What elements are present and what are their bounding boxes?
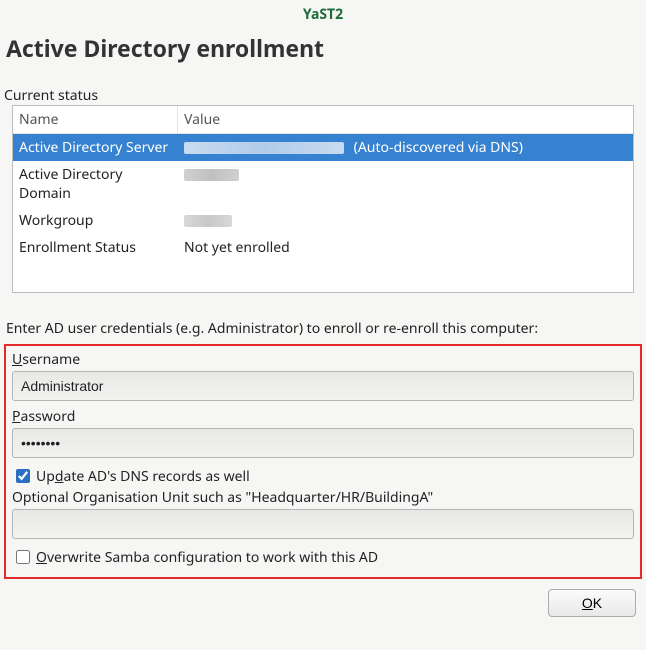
table-row[interactable]: Workgroup: [13, 207, 633, 234]
accel: O: [582, 595, 593, 611]
accel: O: [36, 548, 47, 567]
redacted-domain-value: [184, 169, 239, 181]
table-row[interactable]: Active Directory Server (Auto-discovered…: [13, 134, 633, 161]
current-status-label: Current status: [0, 68, 646, 105]
window-title: YaST2: [0, 0, 646, 26]
row-value-suffix: (Auto-discovered via DNS): [354, 138, 523, 157]
col-value: Value: [178, 106, 633, 133]
ok-button[interactable]: OK: [548, 589, 636, 617]
pre: Up: [36, 467, 55, 486]
row-name: Active Directory Server: [13, 134, 178, 161]
status-header: Name Value: [13, 106, 633, 134]
accel: U: [12, 350, 22, 369]
redacted-workgroup-value: [184, 215, 232, 227]
post: K: [593, 595, 602, 611]
ou-label: Optional Organisation Unit such as "Head…: [12, 488, 634, 507]
page-title: Active Directory enrollment: [0, 26, 646, 68]
table-row[interactable]: Enrollment Status Not yet enrolled: [13, 234, 633, 261]
username-input[interactable]: [12, 371, 634, 401]
row-value: Not yet enrolled: [178, 234, 633, 261]
update-dns-checkbox-row[interactable]: Update AD's DNS records as well: [12, 466, 634, 486]
password-input[interactable]: [12, 428, 634, 458]
label-rest: assword: [20, 407, 75, 426]
table-row[interactable]: Active Directory Domain: [13, 161, 633, 207]
redacted-server-value: [184, 142, 344, 154]
label-rest: sername: [22, 350, 80, 369]
password-label: Password: [12, 407, 634, 426]
update-dns-label: Update AD's DNS records as well: [36, 467, 250, 486]
row-value: [178, 207, 633, 234]
current-status-table[interactable]: Name Value Active Directory Server (Auto…: [12, 105, 634, 293]
ou-input[interactable]: [12, 509, 634, 539]
update-dns-checkbox[interactable]: [16, 469, 30, 483]
post: verwrite Samba configuration to work wit…: [47, 548, 378, 567]
row-name: Active Directory Domain: [13, 161, 178, 207]
overwrite-samba-label: Overwrite Samba configuration to work wi…: [36, 548, 378, 567]
username-label: Username: [12, 350, 634, 369]
highlight-box: Username Password Update AD's DNS record…: [4, 344, 642, 579]
overwrite-samba-checkbox[interactable]: [16, 550, 30, 564]
overwrite-samba-checkbox-row[interactable]: Overwrite Samba configuration to work wi…: [12, 547, 634, 567]
row-value: [178, 161, 633, 207]
row-name: Workgroup: [13, 207, 178, 234]
row-name: Enrollment Status: [13, 234, 178, 261]
button-bar: OK: [0, 579, 646, 625]
row-value: (Auto-discovered via DNS): [178, 134, 633, 161]
post: ate AD's DNS records as well: [63, 467, 249, 486]
credentials-prompt: Enter AD user credentials (e.g. Administ…: [0, 293, 646, 344]
col-name: Name: [13, 106, 178, 133]
